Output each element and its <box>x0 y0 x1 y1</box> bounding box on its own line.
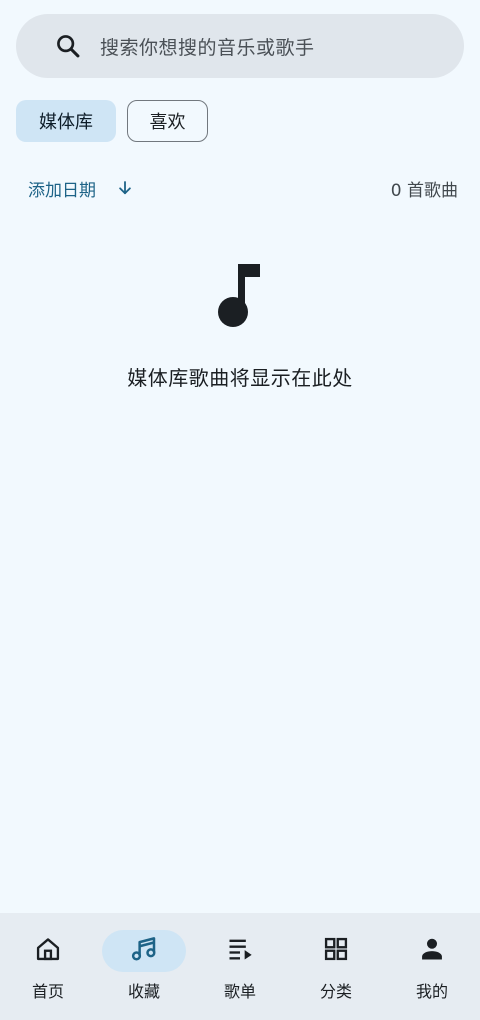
bottom-navigation: 首页 收藏 歌单 分类 我的 <box>0 913 480 1020</box>
music-note-icon <box>216 262 264 334</box>
chip-media-library[interactable]: 媒体库 <box>16 100 116 142</box>
arrow-down-icon <box>116 179 134 197</box>
sort-row: 添加日期 0 首歌曲 <box>28 174 458 202</box>
grid-icon <box>322 935 350 967</box>
music-notes-icon <box>129 934 159 968</box>
search-icon[interactable] <box>54 32 82 60</box>
nav-item-home[interactable]: 首页 <box>0 913 96 1020</box>
search-bar[interactable]: 搜索你想搜的音乐或歌手 <box>16 14 464 78</box>
nav-label-categories: 分类 <box>319 982 352 1001</box>
home-icon <box>34 935 62 967</box>
nav-label-favorites: 收藏 <box>127 982 160 1001</box>
search-input[interactable]: 搜索你想搜的音乐或歌手 <box>100 33 315 60</box>
sort-label: 添加日期 <box>28 180 96 201</box>
empty-state-text: 媒体库歌曲将显示在此处 <box>127 366 353 390</box>
nav-item-playlists[interactable]: 歌单 <box>192 913 288 1020</box>
sort-button[interactable]: 添加日期 <box>28 176 134 201</box>
chip-favorites[interactable]: 喜欢 <box>127 100 208 142</box>
nav-item-favorites[interactable]: 收藏 <box>96 913 192 1020</box>
person-icon <box>418 935 446 967</box>
nav-item-categories[interactable]: 分类 <box>288 913 384 1020</box>
empty-state: 媒体库歌曲将显示在此处 <box>0 262 480 391</box>
playlist-icon <box>226 935 254 967</box>
nav-label-profile: 我的 <box>415 982 448 1001</box>
nav-item-profile[interactable]: 我的 <box>384 913 480 1020</box>
nav-label-home: 首页 <box>31 982 64 1001</box>
song-count: 0 首歌曲 <box>390 180 458 201</box>
library-filter-chips: 媒体库 喜欢 <box>16 100 208 142</box>
nav-label-playlists: 歌单 <box>223 982 256 1001</box>
